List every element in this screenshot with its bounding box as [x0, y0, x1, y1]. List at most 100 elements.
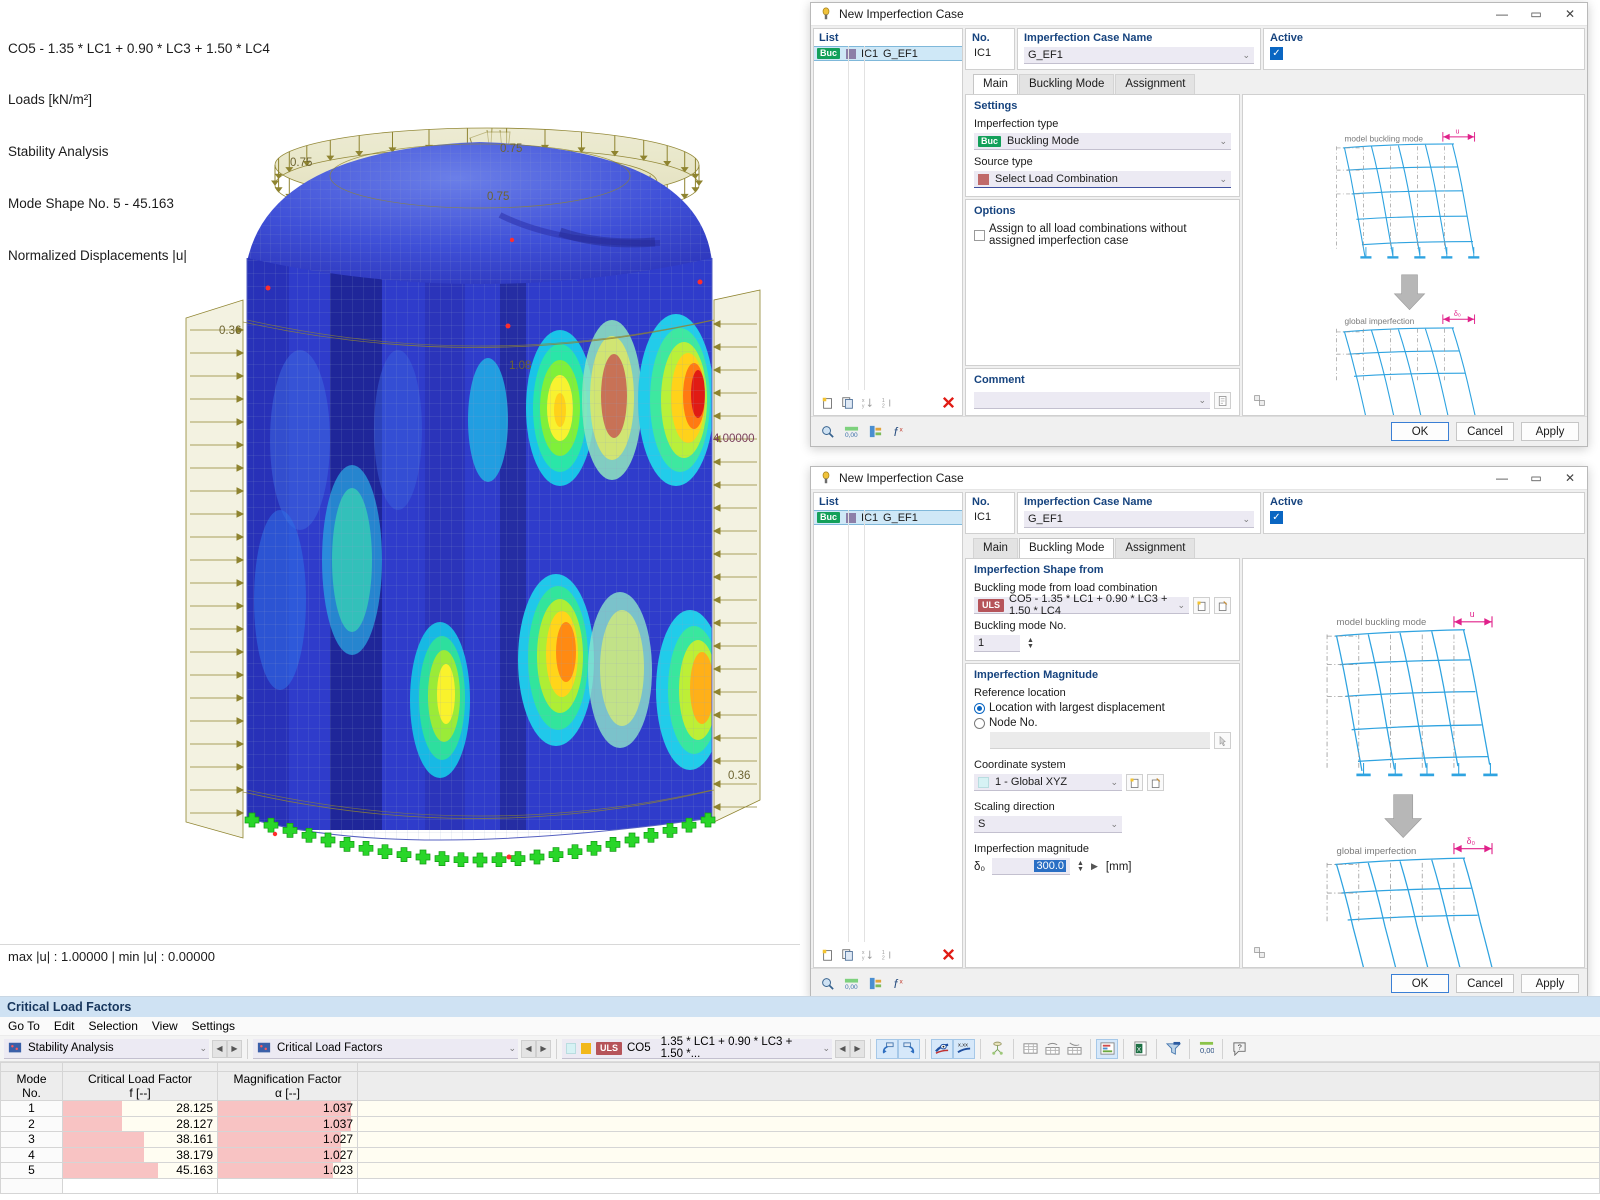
- coordinate-system-select[interactable]: 1 - Global XYZ ⌄: [974, 774, 1122, 791]
- tab-assignment[interactable]: Assignment: [1115, 74, 1196, 94]
- info-icon[interactable]: ?: [1228, 1039, 1250, 1059]
- ok-button[interactable]: OK: [1391, 974, 1449, 993]
- list-toolbar[interactable]: xy 12: [814, 390, 962, 415]
- cell-critical-load-factor[interactable]: 28.125: [62, 1100, 218, 1117]
- maximize-icon[interactable]: ▭: [1519, 467, 1553, 490]
- panel-toolbar[interactable]: Stability Analysis ⌄ ◀ ▶ Critical Load F…: [0, 1036, 1600, 1062]
- load-combination-select[interactable]: ULS CO5 1.35 * LC1 + 0.90 * LC3 + 1.50 *…: [562, 1036, 832, 1060]
- menu-selection[interactable]: Selection: [89, 1019, 138, 1033]
- cell-magnification-factor[interactable]: 1.037: [217, 1115, 358, 1132]
- node-no-input[interactable]: [990, 732, 1210, 749]
- excel-icon[interactable]: X: [1129, 1039, 1151, 1059]
- copy-icon[interactable]: [839, 394, 856, 411]
- zoom-icon[interactable]: [819, 423, 836, 440]
- column-header-empty[interactable]: [357, 1071, 1600, 1101]
- values-icon[interactable]: x.xx: [953, 1038, 975, 1059]
- new-coordinate-system-icon[interactable]: [1126, 774, 1143, 791]
- sort-icon[interactable]: xy: [859, 946, 876, 963]
- assign-all-row[interactable]: Assign to all load combinations without …: [974, 223, 1231, 247]
- dialog1-titlebar[interactable]: New Imperfection Case — ▭ ✕: [811, 3, 1587, 26]
- filter-icon[interactable]: [1162, 1039, 1184, 1059]
- dialog1-list-panel[interactable]: List Buc IC1 G_EF1 x y 1 2: [813, 28, 963, 416]
- chevron-down-icon[interactable]: ⌄: [1110, 777, 1118, 788]
- chevron-down-icon[interactable]: ⌄: [822, 1043, 830, 1054]
- active-checkbox[interactable]: ✓: [1270, 511, 1283, 524]
- magnitude-more-icon[interactable]: ▶: [1091, 861, 1098, 872]
- dialog1-footer[interactable]: 0,00 fx OK Cancel Apply: [811, 416, 1587, 446]
- display-props-icon[interactable]: [867, 975, 884, 992]
- tab-buckling-mode[interactable]: Buckling Mode: [1018, 538, 1115, 558]
- list-item[interactable]: Buc IC1 G_EF1: [814, 46, 962, 61]
- table-row-empty[interactable]: [0, 1177, 1600, 1194]
- units-icon[interactable]: 0,00: [843, 423, 860, 440]
- menu-settings[interactable]: Settings: [192, 1019, 235, 1033]
- apply-button[interactable]: Apply: [1521, 422, 1579, 441]
- dialog-new-imperfection-case-main[interactable]: New Imperfection Case — ▭ ✕ List Buc IC1…: [810, 2, 1588, 447]
- list-rows[interactable]: Buc IC1 G_EF1: [814, 46, 962, 390]
- preview-settings-icon[interactable]: [1251, 392, 1268, 409]
- table-row[interactable]: 3 38.161 1.027: [0, 1131, 1600, 1148]
- tab-main[interactable]: Main: [973, 538, 1018, 558]
- cell-empty[interactable]: [217, 1177, 358, 1194]
- cell-empty[interactable]: [357, 1131, 1600, 1148]
- chevron-down-icon[interactable]: ⌄: [1242, 50, 1250, 61]
- minimize-icon[interactable]: —: [1485, 467, 1519, 490]
- chevron-down-icon[interactable]: ⌄: [1219, 136, 1227, 147]
- menu-edit[interactable]: Edit: [54, 1019, 75, 1033]
- table-body[interactable]: 1 28.125 1.037 2 28.127 1.037 3 38.161 1.027 4 38.…: [0, 1100, 1600, 1194]
- buckling-load-combination-select[interactable]: ULS CO5 - 1.35 * LC1 + 0.90 * LC3 + 1.50…: [974, 593, 1189, 617]
- dialog2-footer[interactable]: 0,00 fx OK Cancel Apply: [811, 968, 1587, 998]
- radio-node-no[interactable]: [974, 717, 985, 729]
- cell-critical-load-factor[interactable]: 45.163: [62, 1162, 218, 1179]
- menu-view[interactable]: View: [152, 1019, 178, 1033]
- radio-largest-displacement-row[interactable]: Location with largest displacement: [974, 702, 1231, 714]
- display-props-icon[interactable]: [867, 423, 884, 440]
- cell-mode-no[interactable]: 4: [0, 1146, 63, 1163]
- units-icon[interactable]: 0,00: [843, 975, 860, 992]
- ok-button[interactable]: OK: [1391, 422, 1449, 441]
- view-result-icon[interactable]: [931, 1038, 953, 1059]
- sort-icon[interactable]: xy: [859, 394, 876, 411]
- column-header-mode[interactable]: Mode No.: [0, 1071, 63, 1101]
- renumber-icon[interactable]: 12: [879, 946, 896, 963]
- radio-largest-displacement[interactable]: [974, 702, 985, 714]
- list-item[interactable]: Buc IC1 G_EF1: [814, 510, 962, 525]
- tab-assignment[interactable]: Assignment: [1115, 538, 1196, 558]
- chevron-down-icon[interactable]: ⌄: [508, 1043, 516, 1054]
- chart-icon[interactable]: [1096, 1038, 1118, 1059]
- list-toolbar[interactable]: xy 12: [814, 942, 962, 967]
- edit-load-combination-icon[interactable]: [1214, 597, 1231, 614]
- model-3d-view[interactable]: 0.75 0.75 0.75 0.36 1.08 0.36 4.00000 CO5 - 1…: [0, 0, 800, 996]
- cell-critical-load-factor[interactable]: 38.161: [62, 1131, 218, 1148]
- active-checkbox[interactable]: ✓: [1270, 47, 1283, 60]
- delete-icon[interactable]: [940, 394, 957, 411]
- cell-empty[interactable]: [357, 1162, 1600, 1179]
- imperfection-type-select[interactable]: Buc Buckling Mode ⌄: [974, 133, 1231, 150]
- dialog2-list-panel[interactable]: List Buc IC1 G_EF1 x y 1 2: [813, 492, 963, 968]
- assign-all-checkbox[interactable]: [974, 229, 985, 241]
- table-row[interactable]: 1 28.125 1.037: [0, 1100, 1600, 1117]
- comment-input[interactable]: ⌄: [974, 392, 1210, 409]
- cell-empty[interactable]: [357, 1177, 1600, 1194]
- scaling-direction-select[interactable]: S ⌄: [974, 816, 1122, 833]
- chevron-down-icon[interactable]: ⌄: [199, 1043, 207, 1054]
- cell-magnification-factor[interactable]: 1.037: [217, 1100, 358, 1117]
- buckling-mode-no-input[interactable]: 1: [974, 635, 1020, 652]
- preview-settings-icon[interactable]: [1251, 944, 1268, 961]
- analysis-prev-button[interactable]: ◀: [212, 1039, 227, 1058]
- table-select[interactable]: Critical Load Factors ⌄: [253, 1038, 518, 1059]
- pick-node-icon[interactable]: [1214, 732, 1231, 749]
- close-icon[interactable]: ✕: [1553, 467, 1587, 490]
- dialog-new-imperfection-case-buckling[interactable]: New Imperfection Case — ▭ ✕ List Buc IC1…: [810, 466, 1588, 999]
- menu-go-to[interactable]: Go To: [8, 1019, 40, 1033]
- chevron-down-icon[interactable]: ⌄: [1242, 514, 1250, 525]
- cell-empty[interactable]: [357, 1115, 1600, 1132]
- zoom-icon[interactable]: [819, 975, 836, 992]
- tab-buckling-mode[interactable]: Buckling Mode: [1018, 74, 1115, 94]
- formula-icon[interactable]: fx: [891, 423, 908, 440]
- close-icon[interactable]: ✕: [1553, 3, 1587, 26]
- lc-prev-button[interactable]: ◀: [835, 1039, 850, 1058]
- minimize-icon[interactable]: —: [1485, 3, 1519, 26]
- list-rows[interactable]: Buc IC1 G_EF1: [814, 510, 962, 942]
- cell-mode-no[interactable]: 2: [0, 1115, 63, 1132]
